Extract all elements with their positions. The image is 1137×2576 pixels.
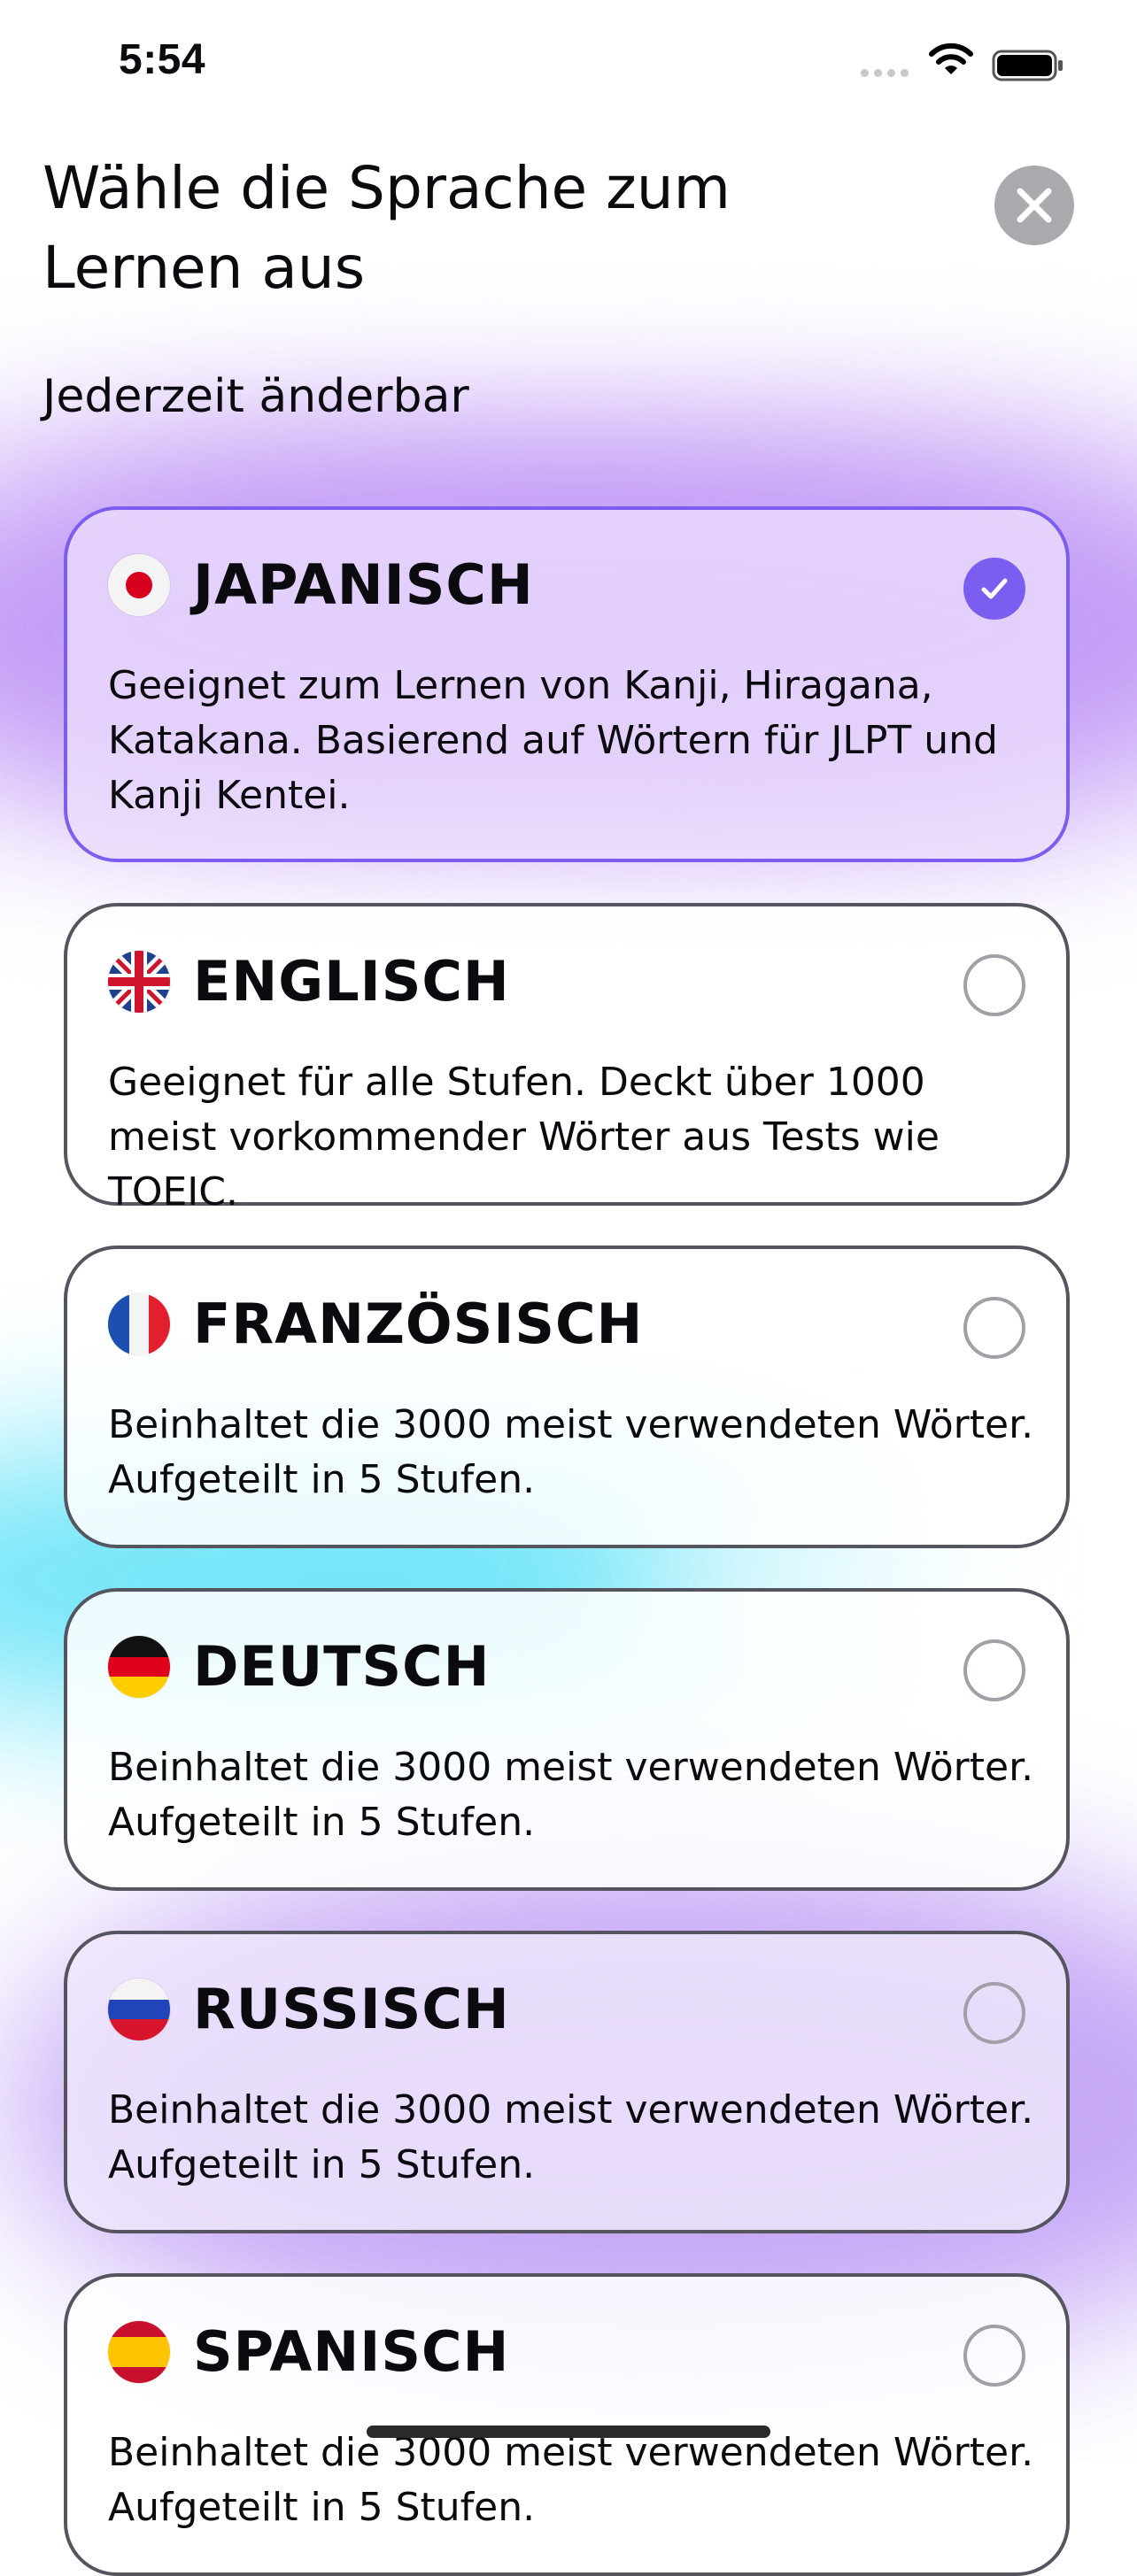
language-name: DEUTSCH (193, 1634, 491, 1699)
uk-flag-icon (108, 950, 170, 1013)
close-icon (1017, 188, 1052, 223)
language-description: Beinhaltet die 3000 meist verwendeten Wö… (108, 1402, 1034, 1502)
language-description: Beinhaltet die 3000 meist verwendeten Wö… (108, 2430, 1034, 2530)
radio-unselected[interactable] (963, 1639, 1025, 1701)
status-time: 5:54 (119, 36, 206, 83)
wifi-icon (929, 42, 973, 74)
radio-selected[interactable] (963, 558, 1025, 620)
page-subtitle: Jederzeit änderbar (43, 370, 469, 423)
japan-flag-icon (108, 553, 170, 616)
language-name: FRANZÖSISCH (193, 1292, 644, 1356)
radio-unselected[interactable] (963, 1297, 1025, 1359)
cellular-dots-icon (861, 69, 909, 77)
language-description: Geeignet für alle Stufen. Deckt über 100… (108, 1060, 940, 1215)
language-card-german[interactable]: DEUTSCH Beinhaltet die 3000 meist verwen… (64, 1588, 1070, 1891)
language-description: Beinhaltet die 3000 meist verwendeten Wö… (108, 1745, 1034, 1845)
language-description: Beinhaltet die 3000 meist verwendeten Wö… (108, 2087, 1034, 2187)
france-flag-icon (108, 1292, 170, 1355)
checkmark-icon (981, 578, 1008, 599)
battery-icon (992, 50, 1063, 81)
page-title: Wähle die Sprache zum Lernen aus (43, 154, 731, 302)
language-card-japanese[interactable]: JAPANISCH Geeignet zum Lernen von Kanji,… (64, 506, 1070, 862)
radio-unselected[interactable] (963, 1982, 1025, 2044)
radio-unselected[interactable] (963, 954, 1025, 1016)
close-button[interactable] (994, 166, 1074, 245)
spain-flag-icon (108, 2320, 170, 2383)
germany-flag-icon (108, 1635, 170, 1698)
language-name: SPANISCH (193, 2319, 510, 2384)
radio-unselected[interactable] (963, 2325, 1025, 2387)
language-name: ENGLISCH (193, 949, 510, 1014)
russia-flag-icon (108, 1978, 170, 2040)
language-card-russian[interactable]: RUSSISCH Beinhaltet die 3000 meist verwe… (64, 1931, 1070, 2233)
language-card-french[interactable]: FRANZÖSISCH Beinhaltet die 3000 meist ve… (64, 1246, 1070, 1548)
language-name: RUSSISCH (193, 1977, 510, 2041)
language-description: Geeignet zum Lernen von Kanji, Hiragana,… (108, 663, 998, 818)
status-bar: 5:54 (0, 0, 1137, 124)
language-card-spanish[interactable]: SPANISCH Beinhaltet die 3000 meist verwe… (64, 2273, 1070, 2576)
language-card-english[interactable]: ENGLISCH Geeignet für alle Stufen. Deckt… (64, 903, 1070, 1215)
language-name: JAPANISCH (193, 552, 534, 617)
home-indicator[interactable] (367, 2426, 770, 2438)
